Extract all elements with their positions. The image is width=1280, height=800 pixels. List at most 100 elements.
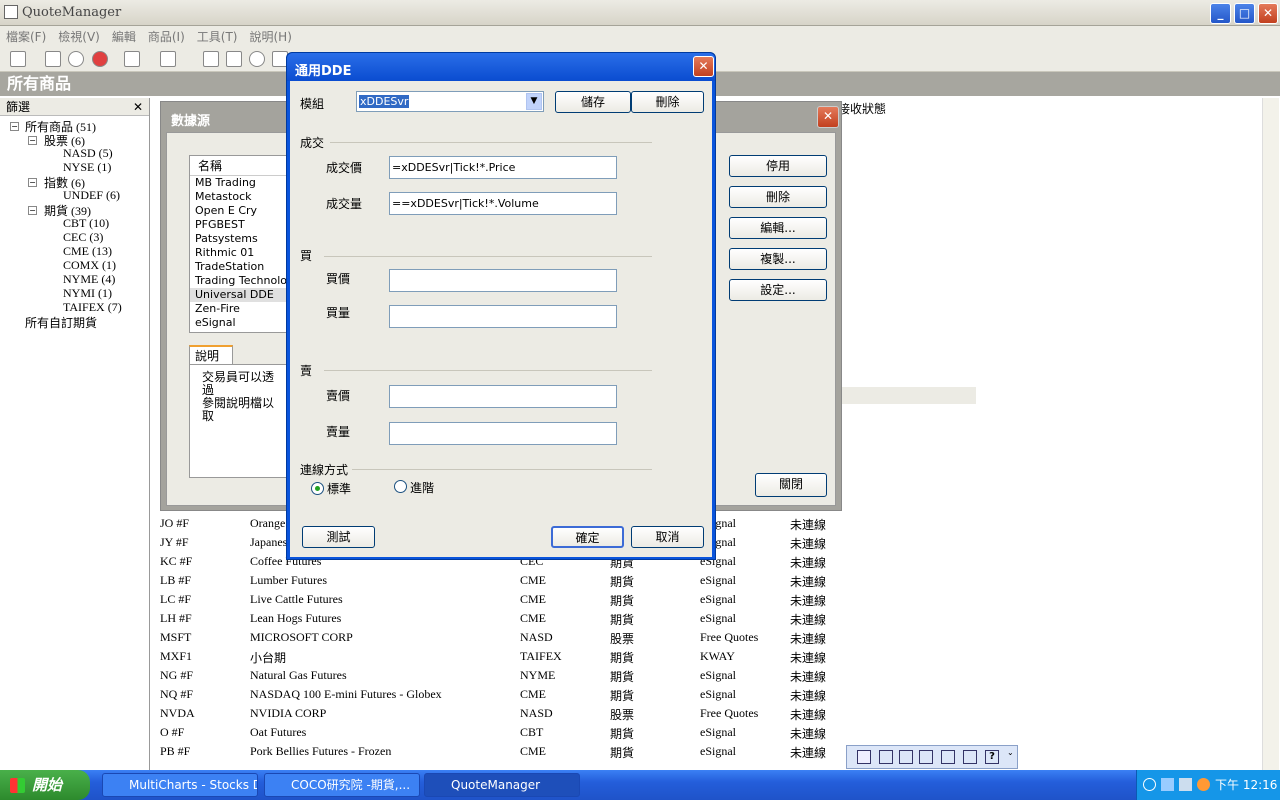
save-button[interactable]: 儲存 xyxy=(555,91,631,113)
tree-node-taifex[interactable]: TAIFEX (7) xyxy=(63,300,122,315)
add-symbol-icon[interactable] xyxy=(45,51,61,67)
sessions-icon[interactable] xyxy=(226,51,242,67)
pen-icon[interactable] xyxy=(941,750,955,764)
tab-description[interactable]: 說明 xyxy=(189,345,233,365)
tray-expand-icon[interactable] xyxy=(1143,778,1156,791)
close-dialog-button[interactable]: 關閉 xyxy=(755,473,827,497)
network-icon[interactable] xyxy=(1161,778,1174,791)
volume-input[interactable]: ==xDDESvr|Tick!*.Volume xyxy=(389,192,617,215)
calendar-icon[interactable] xyxy=(203,51,219,67)
tree-node-nyse[interactable]: NYSE (1) xyxy=(63,160,111,175)
menu-file[interactable]: 檔案(F) xyxy=(6,28,46,45)
clock-icon[interactable] xyxy=(249,51,265,67)
collapse-icon[interactable]: − xyxy=(28,206,37,215)
bid-price-label: 買價 xyxy=(326,272,351,286)
radio-standard[interactable] xyxy=(311,482,324,495)
chevron-down-icon[interactable]: ▼ xyxy=(526,93,542,110)
import-icon[interactable] xyxy=(124,51,140,67)
language-bar[interactable]: ? ⌄ xyxy=(846,745,1018,769)
ime-icon[interactable] xyxy=(857,750,871,764)
price-input[interactable]: =xDDESvr|Tick!*.Price xyxy=(389,156,617,179)
tree-node-custom-futures[interactable]: 所有自訂期貨 xyxy=(25,314,97,331)
datasource-list-item[interactable]: TradeStation xyxy=(190,260,288,274)
maximize-button[interactable]: □ xyxy=(1234,3,1255,24)
menu-help[interactable]: 說明(H) xyxy=(249,28,291,45)
datasource-list[interactable]: 名稱 MB Trading Metastock Open E Cry PFGBEST P… xyxy=(189,155,289,333)
tree-node-undef[interactable]: UNDEF (6) xyxy=(63,188,120,203)
task-quotemanager[interactable]: QuoteManager xyxy=(424,773,580,797)
datasource-list-item[interactable]: eSignal xyxy=(190,316,288,330)
template-select[interactable]: xDDESvr ▼ xyxy=(356,91,544,112)
clock[interactable]: 下午 12:16 xyxy=(1215,770,1277,800)
tree-node-cec[interactable]: CEC (3) xyxy=(63,230,103,245)
menu-view[interactable]: 檢視(V) xyxy=(58,28,100,45)
tree-node-nymi[interactable]: NYMI (1) xyxy=(63,286,112,301)
task-multicharts[interactable]: MultiCharts - Stocks D... xyxy=(102,773,258,797)
bid-size-input[interactable] xyxy=(389,305,617,328)
dde-close-icon[interactable]: ✕ xyxy=(693,56,714,77)
cell-name: 小台期 xyxy=(250,651,287,665)
column-header-status[interactable]: 接收狀態 xyxy=(838,100,978,118)
collapse-icon[interactable]: − xyxy=(28,136,37,145)
start-button[interactable]: 開始 xyxy=(0,770,90,800)
edit-button[interactable]: 編輯... xyxy=(729,217,827,239)
export-icon[interactable] xyxy=(160,51,176,67)
collapse-icon[interactable]: − xyxy=(10,122,19,131)
bid-price-input[interactable] xyxy=(389,269,617,292)
datasource-list-item[interactable]: Universal DDE xyxy=(190,288,288,302)
vertical-scrollbar[interactable] xyxy=(1262,98,1279,770)
datasource-list-item[interactable]: Metastock xyxy=(190,190,288,204)
task-browser[interactable]: COCO研究院 -期貨,... xyxy=(264,773,420,797)
ask-size-input[interactable] xyxy=(389,422,617,445)
tree-node-nasd[interactable]: NASD (5) xyxy=(63,146,113,161)
tree-node-cbt[interactable]: CBT (10) xyxy=(63,216,109,231)
datasource-list-item[interactable]: Patsystems xyxy=(190,232,288,246)
datasource-list-item[interactable]: Trading Technologi xyxy=(190,274,288,288)
menu-tools[interactable]: 工具(T) xyxy=(197,28,238,45)
ime-punct-icon[interactable] xyxy=(919,750,933,764)
radio-advanced[interactable] xyxy=(394,480,407,493)
ask-price-input[interactable] xyxy=(389,385,617,408)
collapse-icon[interactable]: − xyxy=(28,178,37,187)
ime-width-icon[interactable] xyxy=(899,750,913,764)
close-icon[interactable]: ✕ xyxy=(133,98,143,116)
cell-exchange: TAIFEX xyxy=(520,649,562,663)
datasource-list-item[interactable]: Open E Cry xyxy=(190,204,288,218)
tree-node-comx[interactable]: COMX (1) xyxy=(63,258,116,273)
datasource-close-icon[interactable]: ✕ xyxy=(817,106,839,128)
datasource-list-item[interactable]: MB Trading xyxy=(190,176,288,190)
ok-button[interactable]: 確定 xyxy=(551,526,624,548)
keyboard-icon[interactable] xyxy=(963,750,977,764)
minimize-button[interactable]: _ xyxy=(1210,3,1231,24)
delete-source-button[interactable]: 刪除 xyxy=(729,186,827,208)
tree-node-cme[interactable]: CME (13) xyxy=(63,244,112,259)
options-icon[interactable]: ⌄ xyxy=(1007,748,1015,766)
delete-template-button[interactable]: 刪除 xyxy=(631,91,704,113)
test-button[interactable]: 測試 xyxy=(302,526,375,548)
taskbar: 開始 MultiCharts - Stocks D... COCO研究院 -期貨… xyxy=(0,770,1280,800)
settings-button[interactable]: 設定... xyxy=(729,279,827,301)
ime-mode-icon[interactable] xyxy=(879,750,893,764)
datasource-list-item[interactable]: Zen-Fire xyxy=(190,302,288,316)
radio-standard-label[interactable]: 標準 xyxy=(327,480,351,497)
disable-button[interactable]: 停用 xyxy=(729,155,827,177)
close-button[interactable]: ✕ xyxy=(1258,3,1278,24)
help-icon[interactable]: ? xyxy=(985,750,999,764)
datasource-list-header[interactable]: 名稱 xyxy=(190,156,288,176)
tray-app-icon[interactable] xyxy=(1197,778,1210,791)
datasource-list-item[interactable]: PFGBEST xyxy=(190,218,288,232)
cell-symbol: LC #F xyxy=(160,592,192,606)
new-icon[interactable] xyxy=(10,51,26,67)
gear-icon[interactable] xyxy=(68,51,84,67)
menu-edit[interactable]: 編輯 xyxy=(112,28,136,45)
tree-node-nyme[interactable]: NYME (4) xyxy=(63,272,115,287)
cell-exchange: NYME xyxy=(520,668,556,682)
stop-icon[interactable] xyxy=(92,51,108,67)
tray-app-icon[interactable] xyxy=(1179,778,1192,791)
cell-symbol: MXF1 xyxy=(160,649,193,663)
radio-advanced-label[interactable]: 進階 xyxy=(410,479,434,496)
copy-button[interactable]: 複製... xyxy=(729,248,827,270)
datasource-list-item[interactable]: Rithmic 01 xyxy=(190,246,288,260)
cancel-button[interactable]: 取消 xyxy=(631,526,704,548)
menu-instrument[interactable]: 商品(I) xyxy=(148,28,185,45)
